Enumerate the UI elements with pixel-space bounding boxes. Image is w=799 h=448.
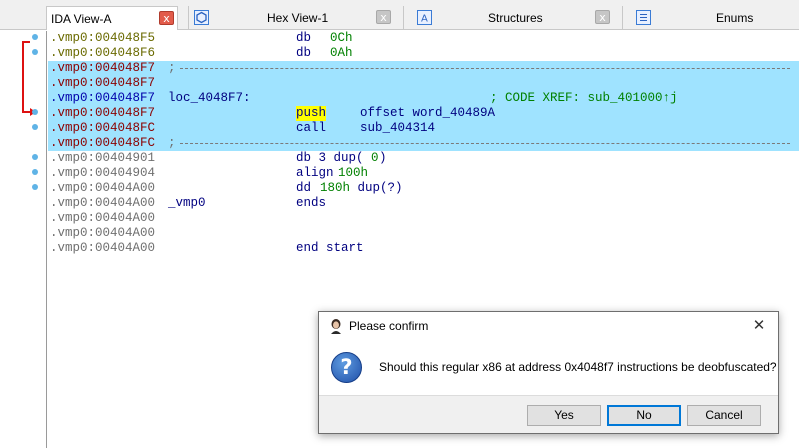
line-address: .vmp0:004048F7 bbox=[50, 61, 156, 75]
line-address: .vmp0:00404A00 bbox=[50, 211, 156, 225]
line-address: .vmp0:004048FC bbox=[50, 121, 156, 135]
line-address: .vmp0:00404901 bbox=[50, 151, 156, 165]
breakpoint-dot[interactable] bbox=[32, 49, 38, 55]
breakpoint-dot[interactable] bbox=[32, 154, 38, 160]
line-address: .vmp0:004048F5 bbox=[50, 31, 156, 45]
line-operand: 100h bbox=[338, 166, 369, 180]
no-button[interactable]: No bbox=[607, 405, 681, 426]
line-comment-marker: ; bbox=[168, 136, 176, 150]
line-address: .vmp0:004048F7 bbox=[50, 76, 156, 90]
close-icon[interactable]: x bbox=[376, 10, 391, 24]
breakpoint-dot[interactable] bbox=[32, 109, 38, 115]
listing-line[interactable]: .vmp0:00404904 align 100h bbox=[48, 166, 799, 181]
line-tail: dup(?) bbox=[350, 181, 403, 195]
dialog-body: ? Should this regular x86 at address 0x4… bbox=[319, 340, 778, 395]
arrows-gutter bbox=[0, 31, 47, 448]
listing-line[interactable]: .vmp0:00404A00 bbox=[48, 211, 799, 226]
line-operand: 0Ah bbox=[330, 46, 353, 60]
line-mnemonic: align bbox=[296, 166, 334, 180]
listing-line[interactable]: .vmp0:004048F6 db 0Ah bbox=[48, 46, 799, 61]
svg-text:A: A bbox=[421, 14, 428, 25]
line-mnemonic: db bbox=[296, 31, 312, 45]
tab-label: Enums bbox=[716, 11, 754, 25]
line-mnemonic: call bbox=[296, 121, 327, 135]
listing-line[interactable]: .vmp0:004048F7 ; bbox=[48, 61, 799, 76]
line-address: .vmp0:004048F6 bbox=[50, 46, 156, 60]
line-address: .vmp0:004048F7 bbox=[50, 106, 156, 120]
structures-icon: A bbox=[417, 10, 432, 25]
listing-line[interactable]: .vmp0:004048FC call sub_404314 bbox=[48, 121, 799, 136]
line-mnemonic: ends bbox=[296, 196, 327, 210]
line-label[interactable]: loc_4048F7: bbox=[168, 91, 251, 106]
line-address: .vmp0:00404A00 bbox=[50, 226, 156, 240]
line-operand[interactable]: offset word_40489A bbox=[360, 106, 495, 121]
listing-line[interactable]: .vmp0:00404A00 _vmp0 ends bbox=[48, 196, 799, 211]
close-icon[interactable]: ✕ bbox=[750, 316, 768, 334]
jump-arrow bbox=[22, 41, 24, 113]
listing-line[interactable]: .vmp0:00404A00 dd 180h dup(?) bbox=[48, 181, 799, 196]
line-address: .vmp0:00404A00 bbox=[50, 241, 156, 255]
separator-line bbox=[180, 68, 790, 69]
line-mnemonic: dd bbox=[296, 181, 312, 195]
question-icon: ? bbox=[331, 352, 362, 383]
listing-line[interactable]: .vmp0:00404901 db 3 dup( 0 ) bbox=[48, 151, 799, 166]
line-operand: 0 bbox=[371, 151, 379, 165]
line-address: .vmp0:00404A00 bbox=[50, 181, 156, 195]
tab-label: Hex View-1 bbox=[267, 11, 329, 25]
listing-line[interactable]: .vmp0:004048F7 bbox=[48, 76, 799, 91]
line-operand: 180h bbox=[320, 181, 351, 195]
close-icon[interactable]: x bbox=[595, 10, 610, 24]
dialog-titlebar[interactable]: Please confirm ✕ bbox=[319, 312, 778, 340]
yes-button[interactable]: Yes bbox=[527, 405, 601, 426]
listing-line[interactable]: .vmp0:00404A00 end start bbox=[48, 241, 799, 256]
breakpoint-dot[interactable] bbox=[32, 184, 38, 190]
line-address: .vmp0:004048F7 bbox=[50, 91, 156, 105]
line-comment-marker: ; bbox=[168, 61, 176, 75]
listing-line[interactable]: .vmp0:004048F7 loc_4048F7: ; CODE XREF: … bbox=[48, 91, 799, 106]
tab-label: Structures bbox=[488, 11, 543, 25]
enums-icon bbox=[636, 10, 651, 25]
line-operand[interactable]: sub_404314 bbox=[360, 121, 435, 136]
line-mnemonic[interactable]: push bbox=[296, 106, 327, 121]
line-address: .vmp0:00404904 bbox=[50, 166, 156, 180]
listing-line[interactable]: .vmp0:00404A00 bbox=[48, 226, 799, 241]
hex-view-icon bbox=[194, 10, 209, 25]
close-icon[interactable]: x bbox=[159, 11, 174, 25]
dialog-message: Should this regular x86 at address 0x404… bbox=[379, 360, 777, 374]
tab-bar: IDA View-A x Hex View-1 x A Structures x… bbox=[0, 0, 799, 30]
breakpoint-dot[interactable] bbox=[32, 34, 38, 40]
listing-line[interactable]: .vmp0:004048F7 push offset word_40489A bbox=[48, 106, 799, 121]
tab-structures[interactable]: A Structures x bbox=[403, 6, 622, 30]
ida-app-icon bbox=[329, 318, 343, 334]
tab-hex-view-1[interactable]: Hex View-1 x bbox=[188, 6, 403, 30]
line-address: .vmp0:004048FC bbox=[50, 136, 156, 150]
separator-line bbox=[180, 143, 790, 144]
line-mnemonic: db 3 dup( bbox=[296, 151, 364, 165]
line-xref-comment[interactable]: ; CODE XREF: sub_401000↑j bbox=[490, 91, 678, 106]
dialog-button-bar: Yes No Cancel bbox=[319, 395, 778, 433]
line-mnemonic: db bbox=[296, 46, 312, 60]
dialog-title: Please confirm bbox=[349, 319, 429, 333]
breakpoint-dot[interactable] bbox=[32, 169, 38, 175]
cancel-button[interactable]: Cancel bbox=[687, 405, 761, 426]
tab-ida-view-a[interactable]: IDA View-A x bbox=[46, 6, 178, 30]
line-mnemonic: end start bbox=[296, 241, 364, 255]
breakpoint-dot[interactable] bbox=[32, 124, 38, 130]
line-operand: 0Ch bbox=[330, 31, 353, 45]
listing-line[interactable]: .vmp0:004048F5 db 0Ch bbox=[48, 31, 799, 46]
line-address: .vmp0:00404A00 bbox=[50, 196, 156, 210]
line-label[interactable]: _vmp0 bbox=[168, 196, 206, 211]
tab-label: IDA View-A bbox=[51, 12, 112, 26]
confirm-dialog: Please confirm ✕ ? Should this regular x… bbox=[318, 311, 779, 434]
tab-enums[interactable]: Enums bbox=[622, 6, 799, 30]
line-tail: ) bbox=[379, 151, 387, 165]
listing-line[interactable]: .vmp0:004048FC ; bbox=[48, 136, 799, 151]
